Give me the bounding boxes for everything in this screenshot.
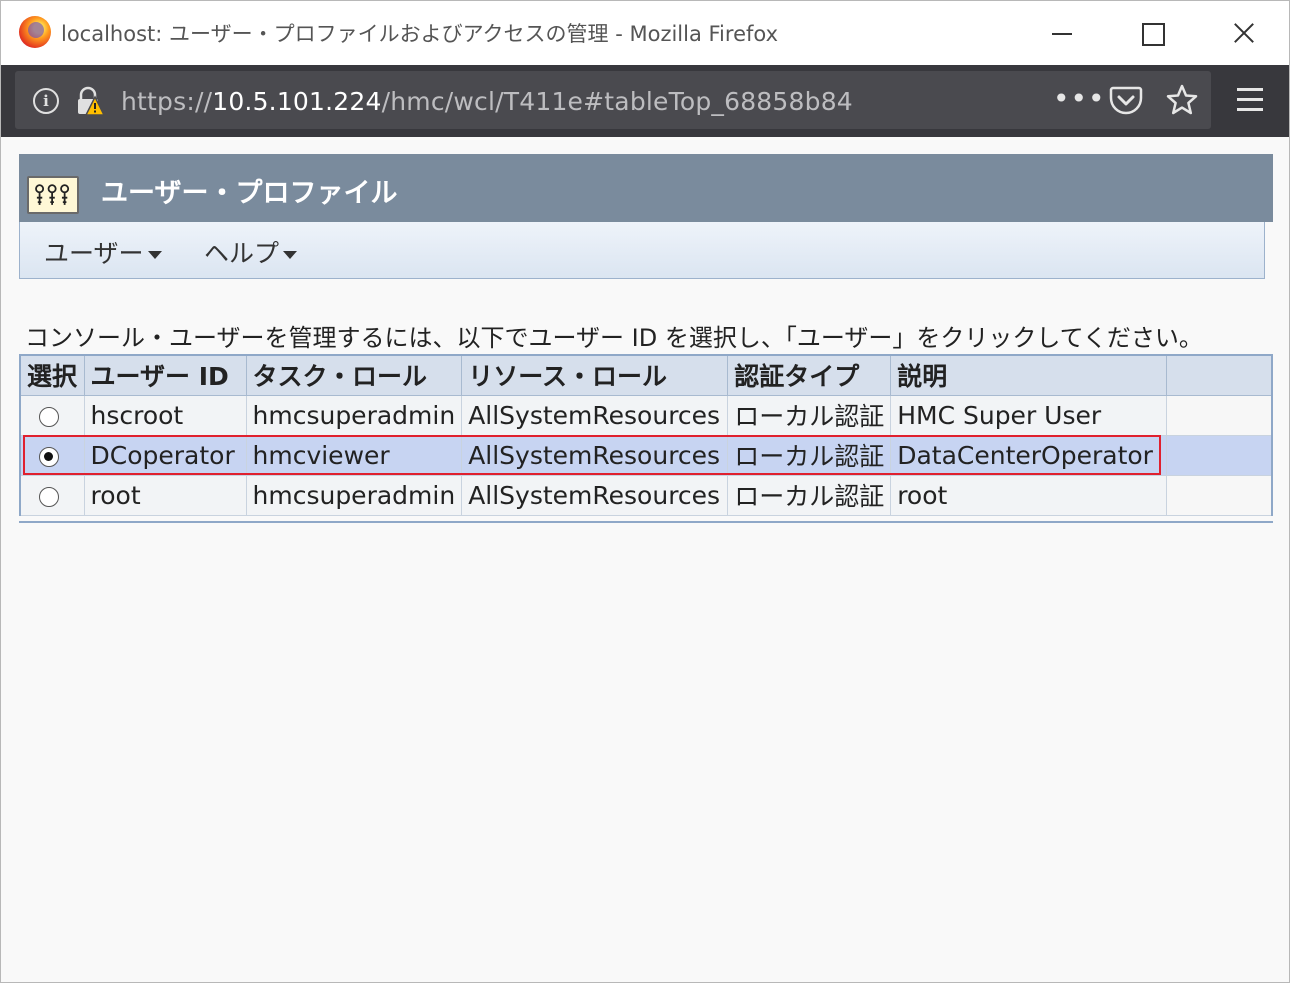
task-role-cell: hmcviewer: [246, 435, 463, 476]
url-scheme: https://: [121, 87, 213, 116]
row-radio-button[interactable]: [39, 486, 59, 507]
browser-window: localhost: ユーザー・プロファイルおよびアクセスの管理 - Mozil…: [0, 0, 1290, 983]
title-bar: localhost: ユーザー・プロファイルおよびアクセスの管理 - Mozil…: [1, 1, 1289, 65]
column-header-description[interactable]: 説明: [890, 355, 1168, 396]
table-bottom-border: [19, 521, 1273, 523]
task-role-cell: hmcsuperadmin: [246, 475, 463, 516]
maximize-button[interactable]: [1127, 11, 1177, 55]
help-menu[interactable]: ヘルプ: [204, 234, 298, 270]
firefox-logo-icon: [19, 16, 51, 48]
portlet-title: ユーザー・プロファイル: [101, 178, 398, 209]
minimize-button[interactable]: [1037, 11, 1087, 55]
column-header-user-id[interactable]: ユーザー ID: [84, 355, 247, 396]
url-text[interactable]: https://10.5.101.224/hmc/wcl/T411e#table…: [121, 87, 853, 116]
row-radio-button[interactable]: [39, 446, 59, 467]
table-row[interactable]: root hmcsuperadmin AllSystemResources ロー…: [20, 475, 1272, 516]
resource-role-cell: AllSystemResources: [461, 475, 729, 516]
row-select-cell: [20, 435, 85, 476]
description-cell: root: [890, 475, 1168, 516]
auth-type-cell: ローカル認証: [727, 435, 892, 476]
menu-bar: ユーザー ヘルプ: [19, 222, 1265, 279]
site-info-icon[interactable]: i: [33, 88, 59, 114]
window-title: localhost: ユーザー・プロファイルおよびアクセスの管理 - Mozil…: [61, 22, 779, 46]
auth-type-cell: ローカル認証: [727, 395, 892, 436]
description-cell: DataCenterOperator: [890, 435, 1168, 476]
column-header-select[interactable]: 選択: [20, 355, 85, 396]
url-host: 10.5.101.224: [212, 87, 382, 116]
caret-down-icon: [283, 251, 298, 259]
table-header-row: 選択 ユーザー ID タスク・ロール リソース・ロール 認証タイプ 説明: [20, 355, 1272, 396]
resource-role-cell: AllSystemResources: [461, 395, 729, 436]
url-path: /hmc/wcl/T411e#tableTop_68858b84: [381, 87, 853, 116]
column-header-task-role[interactable]: タスク・ロール: [246, 355, 463, 396]
menu-hamburger-icon[interactable]: [1237, 88, 1263, 112]
instruction-text: コンソール・ユーザーを管理するには、以下でユーザー ID を選択し、「ユーザー」…: [25, 324, 1203, 352]
user-profiles-icon: [27, 176, 79, 214]
pocket-icon[interactable]: [1109, 85, 1143, 115]
bookmark-star-icon[interactable]: [1165, 83, 1199, 117]
description-cell: HMC Super User: [890, 395, 1168, 436]
close-button[interactable]: [1217, 11, 1267, 55]
filler-cell: [1166, 395, 1272, 436]
portlet-header: ユーザー・プロファイル: [19, 154, 1273, 222]
help-menu-label: ヘルプ: [204, 239, 280, 268]
row-select-cell: [20, 395, 85, 436]
caret-down-icon: [147, 251, 162, 259]
user-id-cell: DCoperator: [84, 435, 247, 476]
user-id-cell: hscroot: [84, 395, 247, 436]
users-menu-label: ユーザー: [44, 239, 144, 268]
filler-cell: [1166, 475, 1272, 516]
column-header-resource-role[interactable]: リソース・ロール: [461, 355, 729, 396]
page-actions-more-icon[interactable]: •••: [1053, 82, 1106, 115]
users-table: 選択 ユーザー ID タスク・ロール リソース・ロール 認証タイプ 説明 hsc…: [19, 354, 1273, 516]
row-select-cell: [20, 475, 85, 516]
column-header-filler: [1166, 355, 1272, 396]
user-id-cell: root: [84, 475, 247, 516]
row-radio-button[interactable]: [39, 406, 59, 427]
url-bar[interactable]: i https://10.5.101.224/hmc/wcl/T411e#tab…: [15, 71, 1211, 129]
insecure-lock-icon[interactable]: [73, 85, 105, 117]
filler-cell: [1166, 435, 1272, 476]
users-menu[interactable]: ユーザー: [44, 234, 162, 270]
resource-role-cell: AllSystemResources: [461, 435, 729, 476]
navigation-toolbar: i https://10.5.101.224/hmc/wcl/T411e#tab…: [1, 65, 1289, 137]
table-row[interactable]: hscroot hmcsuperadmin AllSystemResources…: [20, 395, 1272, 436]
task-role-cell: hmcsuperadmin: [246, 395, 463, 436]
column-header-auth-type[interactable]: 認証タイプ: [727, 355, 892, 396]
auth-type-cell: ローカル認証: [727, 475, 892, 516]
table-row[interactable]: DCoperator hmcviewer AllSystemResources …: [20, 435, 1272, 476]
